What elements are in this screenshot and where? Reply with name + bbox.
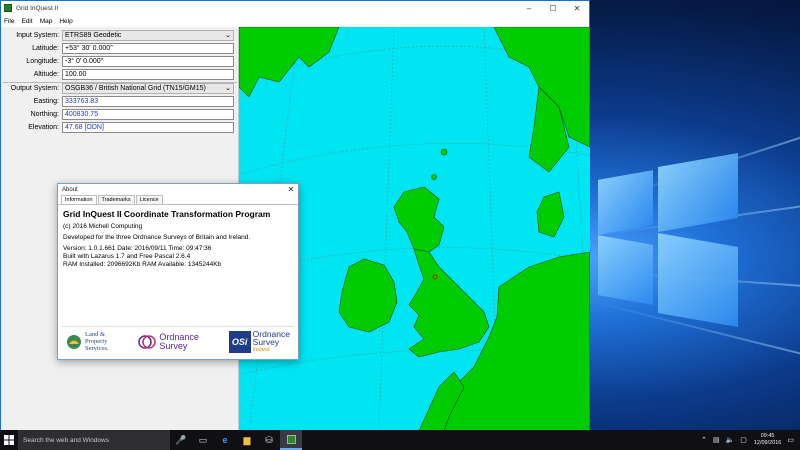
lps-text-2: Property [85, 338, 108, 345]
minimize-button[interactable]: – [517, 1, 541, 15]
menu-file[interactable]: File [4, 18, 14, 25]
about-title-bar[interactable]: About ✕ [58, 184, 298, 195]
input-system-label: Input System: [16, 31, 59, 39]
elevation-label: Elevation: [28, 123, 59, 131]
notifications-icon[interactable]: ▭ [787, 436, 794, 444]
windows-logo-light [598, 152, 748, 430]
menu-help[interactable]: Help [59, 18, 72, 25]
clock-time: 09:45 [760, 433, 775, 439]
elevation-output[interactable]: 47.68 [ODN] [62, 121, 234, 133]
easting-label: Easting: [33, 97, 59, 105]
osi-text-2: Survey [252, 336, 280, 347]
about-title: About [62, 186, 78, 193]
latitude-input[interactable]: +53° 30' 0.000" [62, 42, 234, 54]
clock-date: 12/09/2016 [753, 440, 782, 446]
os-logo: Ordnance Survey [138, 330, 199, 354]
developed-text: Developed for the three Ordnance Surveys… [63, 234, 251, 241]
altitude-label: Altitude: [33, 70, 59, 78]
system-tray: ⌃ ▤ 🔈 ▢ 09:45 12/09/2016 ▭ [695, 430, 800, 450]
lps-text-3: Services. [85, 345, 109, 352]
copyright-text: (c) 2016 Michell Computing [63, 223, 143, 230]
longitude-label: Longitude: [26, 57, 59, 65]
windows-icon [4, 435, 14, 445]
menu-bar: File Edit Map Help [1, 15, 589, 27]
store-icon[interactable]: ⛁ [258, 430, 280, 450]
tab-trademarks[interactable]: Trademarks [97, 195, 135, 204]
taskbar-search-box[interactable]: Search the web and Windows [18, 430, 170, 450]
clock[interactable]: 09:45 12/09/2016 [754, 433, 782, 447]
input-system-select[interactable]: ETRS89 Geodetic ⌄ [62, 29, 234, 41]
latitude-label: Latitude: [32, 44, 59, 52]
chevron-up-icon[interactable]: ⌃ [701, 436, 707, 444]
osi-text-3: Ireland [252, 346, 270, 353]
northing-label: Northing: [30, 110, 59, 118]
file-explorer-icon[interactable]: ▆ [236, 430, 258, 450]
os-text-2: Survey [159, 340, 188, 351]
title-bar[interactable]: Grid InQuest II – ☐ ✕ [1, 1, 589, 15]
edge-browser-icon[interactable]: e [214, 430, 236, 450]
lps-text-1: Land & [85, 331, 106, 338]
altitude-input[interactable]: 100.00 [62, 68, 234, 80]
chevron-down-icon: ⌄ [225, 84, 231, 92]
microphone-icon[interactable]: 🎤 [170, 430, 192, 450]
about-close-button[interactable]: ✕ [284, 185, 298, 194]
start-button[interactable] [0, 430, 18, 450]
northing-output[interactable]: 400830.75 [62, 108, 234, 120]
window-title: Grid InQuest II [16, 4, 59, 12]
taskbar: Search the web and Windows 🎤 ▭ e ▆ ⛁ ⌃ ▤… [0, 430, 800, 450]
output-system-select[interactable]: OSGB36 / British National Grid (TN15/GM1… [62, 82, 234, 94]
task-view-icon[interactable]: ▭ [192, 430, 214, 450]
about-dialog: About ✕ Information Trademarks Licence G… [57, 183, 299, 360]
maximize-button[interactable]: ☐ [541, 1, 565, 15]
output-system-label: Output System: [10, 84, 59, 92]
chevron-down-icon: ⌄ [225, 31, 231, 39]
input-system-value: ETRS89 Geodetic [65, 31, 122, 39]
program-title: Grid InQuest II Coordinate Transformatio… [63, 209, 271, 219]
message-icon[interactable]: ▢ [740, 436, 747, 444]
output-system-value: OSGB36 / British National Grid (TN15/GM1… [65, 84, 206, 92]
version-text: Version: 1.0.1.661 Date: 2016/09/11 Time… [63, 245, 212, 252]
app-icon [4, 4, 12, 12]
logo-strip: Land & Property Services. Ordnance Surve… [62, 326, 294, 356]
about-tabs: Information Trademarks Licence [58, 195, 298, 205]
tab-information[interactable]: Information [61, 195, 97, 204]
close-button[interactable]: ✕ [565, 1, 589, 15]
osi-logo: OSi Ordnance Survey Ireland [228, 329, 290, 354]
os-emblem-icon [138, 334, 157, 349]
menu-map[interactable]: Map [40, 18, 53, 25]
tab-licence[interactable]: Licence [135, 195, 163, 204]
search-placeholder: Search the web and Windows [23, 436, 109, 444]
network-icon[interactable]: ▤ [713, 436, 720, 444]
volume-icon[interactable]: 🔈 [726, 436, 735, 444]
ram-text: RAM Installed: 2096692Kb RAM Available: … [63, 261, 222, 268]
lps-emblem-icon [67, 334, 81, 349]
lps-logo: Land & Property Services. [66, 330, 109, 354]
longitude-input[interactable]: -3° 0' 0.000" [62, 55, 234, 67]
grid-inquest-taskbar-icon[interactable] [280, 430, 302, 450]
menu-edit[interactable]: Edit [21, 18, 32, 25]
osi-emblem-icon: OSi [228, 330, 251, 353]
built-text: Built with Lazarus 1.7 and Free Pascal 2… [63, 253, 191, 260]
easting-output[interactable]: 333763.83 [62, 95, 234, 107]
